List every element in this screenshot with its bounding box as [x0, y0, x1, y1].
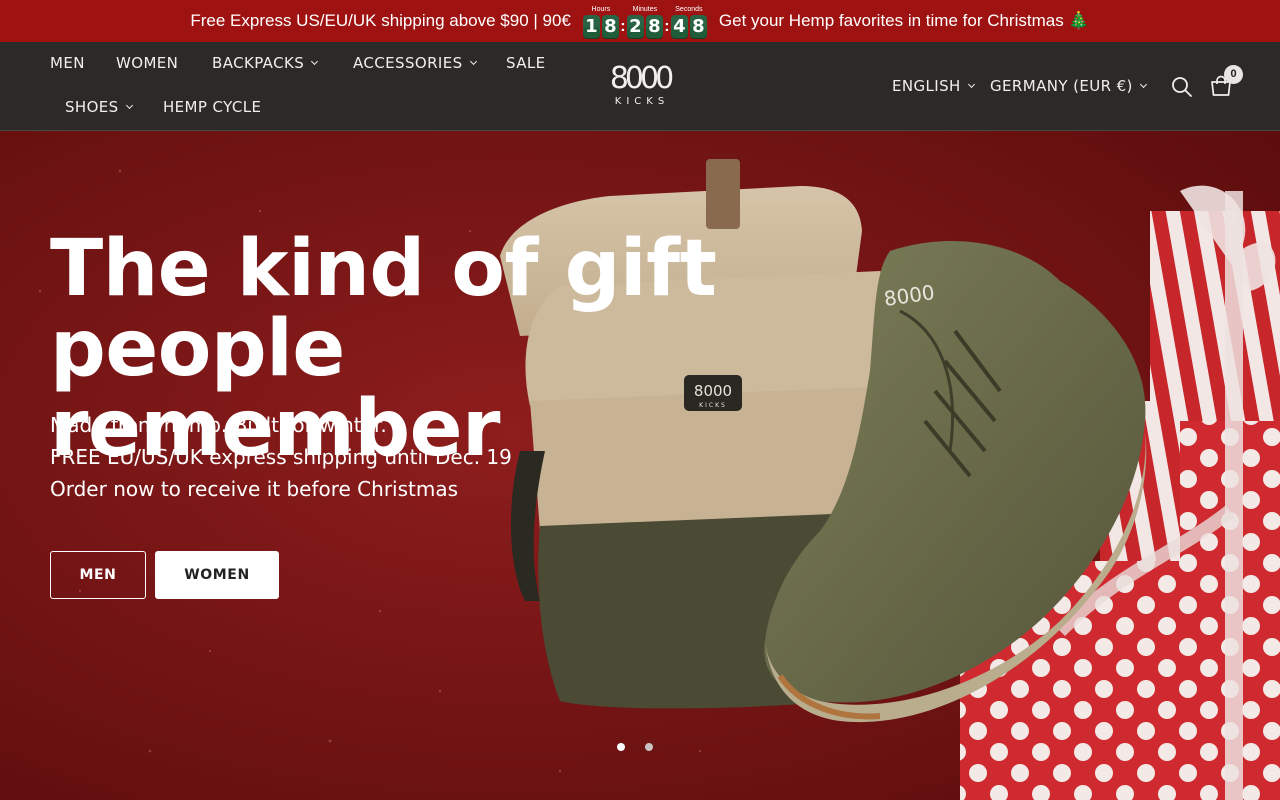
nav-item-label: ACCESSORIES: [353, 54, 463, 72]
hero-subtitle-line: FREE EU/US/UK express shipping until Dec…: [50, 445, 512, 469]
hero-subtitle: Made from hemp. Built for winter. FREE E…: [50, 409, 512, 505]
nav-item-accessories[interactable]: ACCESSORIES: [353, 52, 477, 74]
nav-item-hemp-cycle[interactable]: HEMP CYCLE: [163, 96, 261, 118]
nav-item-label: SHOES: [65, 98, 119, 116]
hero-banner: 8000 KICKS 8000 The kind of gift people …: [0, 131, 1280, 800]
nav-item-label: SALE: [506, 54, 546, 72]
countdown-digit: 8: [645, 15, 663, 39]
country-label: GERMANY (EUR €): [990, 77, 1133, 95]
slide-dot-2[interactable]: [645, 743, 653, 751]
countdown-timer: Hours 1 8 : Minutes 2 8 : Seconds 4 8: [582, 3, 707, 39]
nav-item-women[interactable]: WOMEN: [116, 52, 178, 74]
shop-women-button[interactable]: WOMEN: [155, 551, 279, 599]
countdown-minutes-label: Minutes: [632, 6, 658, 13]
language-selector[interactable]: ENGLISH: [892, 75, 975, 97]
countdown-separator: :: [664, 18, 670, 35]
nav-item-backpacks[interactable]: BACKPACKS: [212, 52, 319, 74]
slideshow-pagination: [617, 743, 653, 751]
countdown-digit: 2: [626, 15, 644, 39]
logo-number: 8000: [609, 61, 674, 96]
site-header: MEN WOMEN BACKPACKS ACCESSORIES SALE SHO…: [0, 42, 1280, 131]
chevron-down-icon: [967, 80, 975, 89]
hero-title-line: The kind of gift: [50, 224, 717, 314]
countdown-digit: 8: [601, 15, 619, 39]
nav-item-label: WOMEN: [116, 54, 179, 72]
chevron-down-icon: [125, 101, 133, 110]
language-label: ENGLISH: [892, 77, 961, 95]
country-selector[interactable]: GERMANY (EUR €): [990, 75, 1147, 97]
nav-item-men[interactable]: MEN: [50, 52, 85, 74]
nav-item-label: BACKPACKS: [212, 54, 305, 72]
hero-subtitle-line: Order now to receive it before Christmas: [50, 477, 459, 501]
countdown-minutes: Minutes 2 8: [626, 6, 663, 39]
slide-dot-1[interactable]: [617, 743, 625, 751]
chevron-down-icon: [311, 57, 319, 66]
nav-item-shoes[interactable]: SHOES: [65, 96, 133, 118]
countdown-seconds-label: Seconds: [675, 6, 703, 13]
shop-men-button[interactable]: MEN: [50, 551, 146, 599]
announcement-bar: Free Express US/EU/UK shipping above $90…: [0, 0, 1280, 42]
countdown-digit: 8: [689, 15, 707, 39]
announcement-christmas-text: Get your Hemp favorites in time for Chri…: [718, 11, 1090, 30]
announcement-shipping-text: Free Express US/EU/UK shipping above $90…: [190, 11, 571, 30]
search-icon[interactable]: [1171, 76, 1193, 98]
countdown-separator: :: [620, 18, 626, 35]
countdown-digit: 1: [582, 15, 600, 39]
nav-item-sale[interactable]: SALE: [506, 52, 546, 74]
logo-text: KICKS: [614, 96, 670, 107]
countdown-seconds: Seconds 4 8: [670, 6, 707, 39]
chevron-down-icon: [469, 57, 477, 66]
countdown-digit: 4: [670, 15, 688, 39]
countdown-hours-label: Hours: [591, 6, 611, 13]
chevron-down-icon: [1139, 80, 1147, 89]
nav-item-label: HEMP CYCLE: [163, 98, 262, 116]
hero-subtitle-line: Made from hemp. Built for winter.: [50, 413, 387, 437]
cart-icon[interactable]: 0: [1210, 65, 1243, 97]
countdown-hours: Hours 1 8: [582, 6, 619, 39]
nav-item-label: MEN: [50, 54, 85, 72]
cart-count-badge: 0: [1224, 65, 1243, 84]
site-logo[interactable]: 8000 KICKS: [598, 64, 682, 110]
